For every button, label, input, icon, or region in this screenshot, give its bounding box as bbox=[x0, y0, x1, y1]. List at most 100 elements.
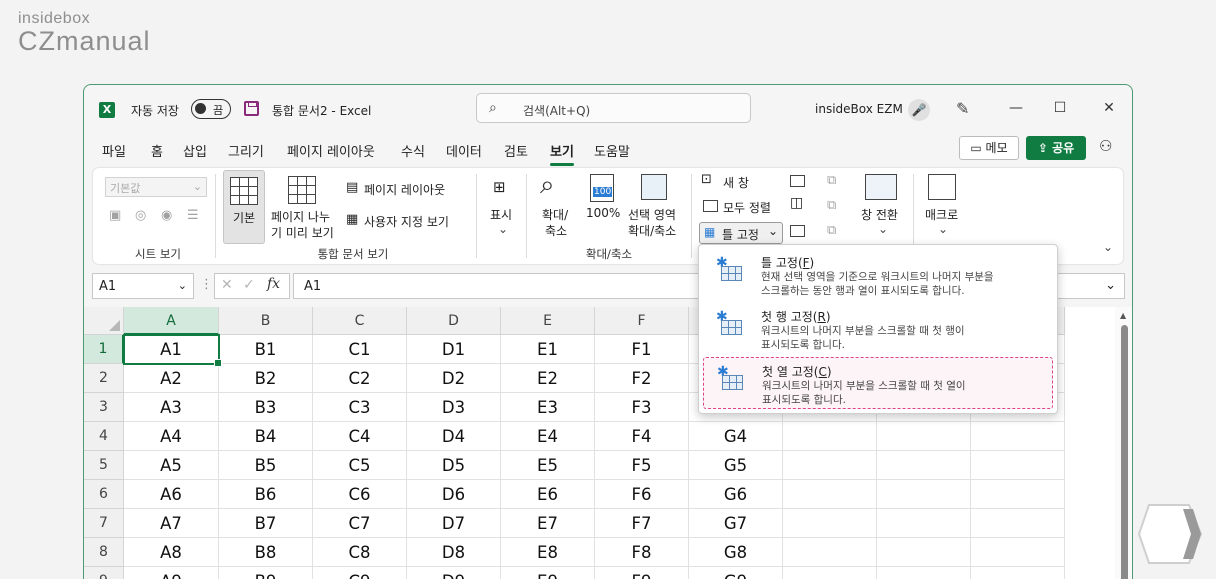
zoom-100-icon[interactable]: 100 bbox=[590, 174, 614, 202]
unhide-icon[interactable] bbox=[790, 225, 805, 237]
cell-a5[interactable]: A5 bbox=[124, 451, 219, 480]
exit-view-icon[interactable]: ◎ bbox=[135, 208, 146, 223]
cell-b7[interactable]: B7 bbox=[219, 509, 313, 538]
column-header-d[interactable]: D bbox=[407, 307, 501, 335]
cell-e7[interactable]: E7 bbox=[501, 509, 595, 538]
tab-home[interactable]: 홈 bbox=[151, 141, 163, 160]
cell-a4[interactable]: A4 bbox=[124, 422, 219, 451]
cell-e9[interactable]: E9 bbox=[501, 567, 595, 579]
tab-help[interactable]: 도움말 bbox=[594, 141, 630, 160]
cell-g5[interactable]: G5 bbox=[689, 451, 783, 480]
cell-c3[interactable]: C3 bbox=[313, 393, 407, 422]
switch-windows-icon[interactable] bbox=[865, 174, 897, 200]
cell-b9[interactable]: B9 bbox=[219, 567, 313, 579]
cell-h9[interactable] bbox=[783, 567, 877, 579]
cell-i9[interactable] bbox=[877, 567, 971, 579]
cell-d2[interactable]: D2 bbox=[407, 364, 501, 393]
row-header-8[interactable]: 8 bbox=[84, 538, 124, 567]
cell-j7[interactable] bbox=[971, 509, 1065, 538]
select-all-corner[interactable] bbox=[84, 307, 124, 335]
tab-draw[interactable]: 그리기 bbox=[228, 141, 264, 160]
zoom-100-label[interactable]: 100% bbox=[586, 206, 620, 220]
new-view-icon[interactable]: ◉ bbox=[161, 208, 172, 223]
cell-j8[interactable] bbox=[971, 538, 1065, 567]
page-break-label-1[interactable]: 페이지 나누 bbox=[271, 208, 330, 225]
custom-views-icon[interactable]: ▦ bbox=[346, 212, 358, 227]
cell-b5[interactable]: B5 bbox=[219, 451, 313, 480]
show-icon[interactable]: ⊞ bbox=[493, 178, 506, 196]
cell-c8[interactable]: C8 bbox=[313, 538, 407, 567]
search-box[interactable]: ⌕ 검색(Alt+Q) bbox=[476, 93, 751, 123]
cell-a2[interactable]: A2 bbox=[124, 364, 219, 393]
freeze-panes-button[interactable]: ▦ 틀 고정 ⌄ bbox=[699, 222, 783, 244]
row-header-1[interactable]: 1 bbox=[84, 335, 124, 364]
cell-d6[interactable]: D6 bbox=[407, 480, 501, 509]
menu-item-freeze-top-row[interactable]: ✱ 첫 행 고정(R) 워크시트의 나머지 부분을 스크롤할 때 첫 행이 표시되… bbox=[703, 303, 1053, 355]
cell-f8[interactable]: F8 bbox=[595, 538, 689, 567]
zoom-selection-label-1[interactable]: 선택 영역 bbox=[628, 206, 676, 223]
row-header-3[interactable]: 3 bbox=[84, 393, 124, 422]
cell-e1[interactable]: E1 bbox=[501, 335, 595, 364]
cell-d1[interactable]: D1 bbox=[407, 335, 501, 364]
zoom-selection-icon[interactable] bbox=[641, 174, 667, 200]
tab-page-layout[interactable]: 페이지 레이아웃 bbox=[287, 141, 375, 160]
cell-d3[interactable]: D3 bbox=[407, 393, 501, 422]
cell-h5[interactable] bbox=[783, 451, 877, 480]
cell-f1[interactable]: F1 bbox=[595, 335, 689, 364]
cell-a9[interactable]: A9 bbox=[124, 567, 219, 579]
row-header-4[interactable]: 4 bbox=[84, 422, 124, 451]
column-header-b[interactable]: B bbox=[219, 307, 313, 335]
pen-icon[interactable]: ✎ bbox=[956, 99, 969, 118]
menu-item-freeze-panes[interactable]: ✱ 틀 고정(F) 현재 선택 영역을 기준으로 워크시트의 나머지 부분을 스크… bbox=[703, 249, 1053, 301]
cell-d8[interactable]: D8 bbox=[407, 538, 501, 567]
custom-views-label[interactable]: 사용자 지정 보기 bbox=[364, 213, 449, 230]
cell-h4[interactable] bbox=[783, 422, 877, 451]
macro-label[interactable]: 매크로 bbox=[925, 206, 958, 223]
view-side-by-side-icon[interactable]: ⧉ bbox=[827, 173, 836, 188]
column-header-e[interactable]: E bbox=[501, 307, 595, 335]
cell-h8[interactable] bbox=[783, 538, 877, 567]
cell-g4[interactable]: G4 bbox=[689, 422, 783, 451]
scroll-up-icon[interactable]: ▲ bbox=[1120, 311, 1126, 320]
keep-icon[interactable]: ▣ bbox=[109, 208, 121, 223]
save-icon[interactable] bbox=[244, 101, 259, 116]
row-header-5[interactable]: 5 bbox=[84, 451, 124, 480]
cell-c7[interactable]: C7 bbox=[313, 509, 407, 538]
cell-d9[interactable]: D9 bbox=[407, 567, 501, 579]
cell-a6[interactable]: A6 bbox=[124, 480, 219, 509]
minimize-button[interactable]: — bbox=[1006, 97, 1026, 119]
cell-c2[interactable]: C2 bbox=[313, 364, 407, 393]
page-layout-icon[interactable]: ▤ bbox=[346, 180, 358, 195]
insert-function-icon[interactable]: fx bbox=[267, 276, 280, 292]
zoom-label-1[interactable]: 확대/ bbox=[542, 206, 568, 223]
cell-j9[interactable] bbox=[971, 567, 1065, 579]
cell-a1[interactable]: A1 bbox=[124, 335, 219, 364]
tab-data[interactable]: 데이터 bbox=[446, 141, 482, 160]
cell-c4[interactable]: C4 bbox=[313, 422, 407, 451]
arrange-all-label[interactable]: 모두 정렬 bbox=[723, 199, 771, 216]
cell-b2[interactable]: B2 bbox=[219, 364, 313, 393]
tab-view[interactable]: 보기 bbox=[550, 141, 574, 166]
cell-b8[interactable]: B8 bbox=[219, 538, 313, 567]
column-header-f[interactable]: F bbox=[595, 307, 689, 335]
memo-button[interactable]: ▭ 메모 bbox=[959, 136, 1019, 160]
chevron-down-icon[interactable]: ⌄ bbox=[878, 222, 888, 236]
row-header-6[interactable]: 6 bbox=[84, 480, 124, 509]
show-label[interactable]: 표시 bbox=[490, 206, 512, 223]
cell-e4[interactable]: E4 bbox=[501, 422, 595, 451]
tab-review[interactable]: 검토 bbox=[504, 141, 528, 160]
cancel-icon[interactable]: ✕ bbox=[221, 277, 233, 293]
chevron-down-icon[interactable]: ⌄ bbox=[938, 222, 948, 236]
cell-b1[interactable]: B1 bbox=[219, 335, 313, 364]
avatar[interactable]: 🎤 bbox=[908, 99, 930, 121]
cell-i8[interactable] bbox=[877, 538, 971, 567]
cell-d4[interactable]: D4 bbox=[407, 422, 501, 451]
cell-b4[interactable]: B4 bbox=[219, 422, 313, 451]
ribbon-collapse-icon[interactable]: ⌄ bbox=[1103, 240, 1113, 254]
cell-a3[interactable]: A3 bbox=[124, 393, 219, 422]
zoom-selection-label-2[interactable]: 확대/축소 bbox=[628, 222, 676, 239]
cell-e8[interactable]: E8 bbox=[501, 538, 595, 567]
tab-insert[interactable]: 삽입 bbox=[183, 141, 207, 160]
cell-c6[interactable]: C6 bbox=[313, 480, 407, 509]
cell-h7[interactable] bbox=[783, 509, 877, 538]
